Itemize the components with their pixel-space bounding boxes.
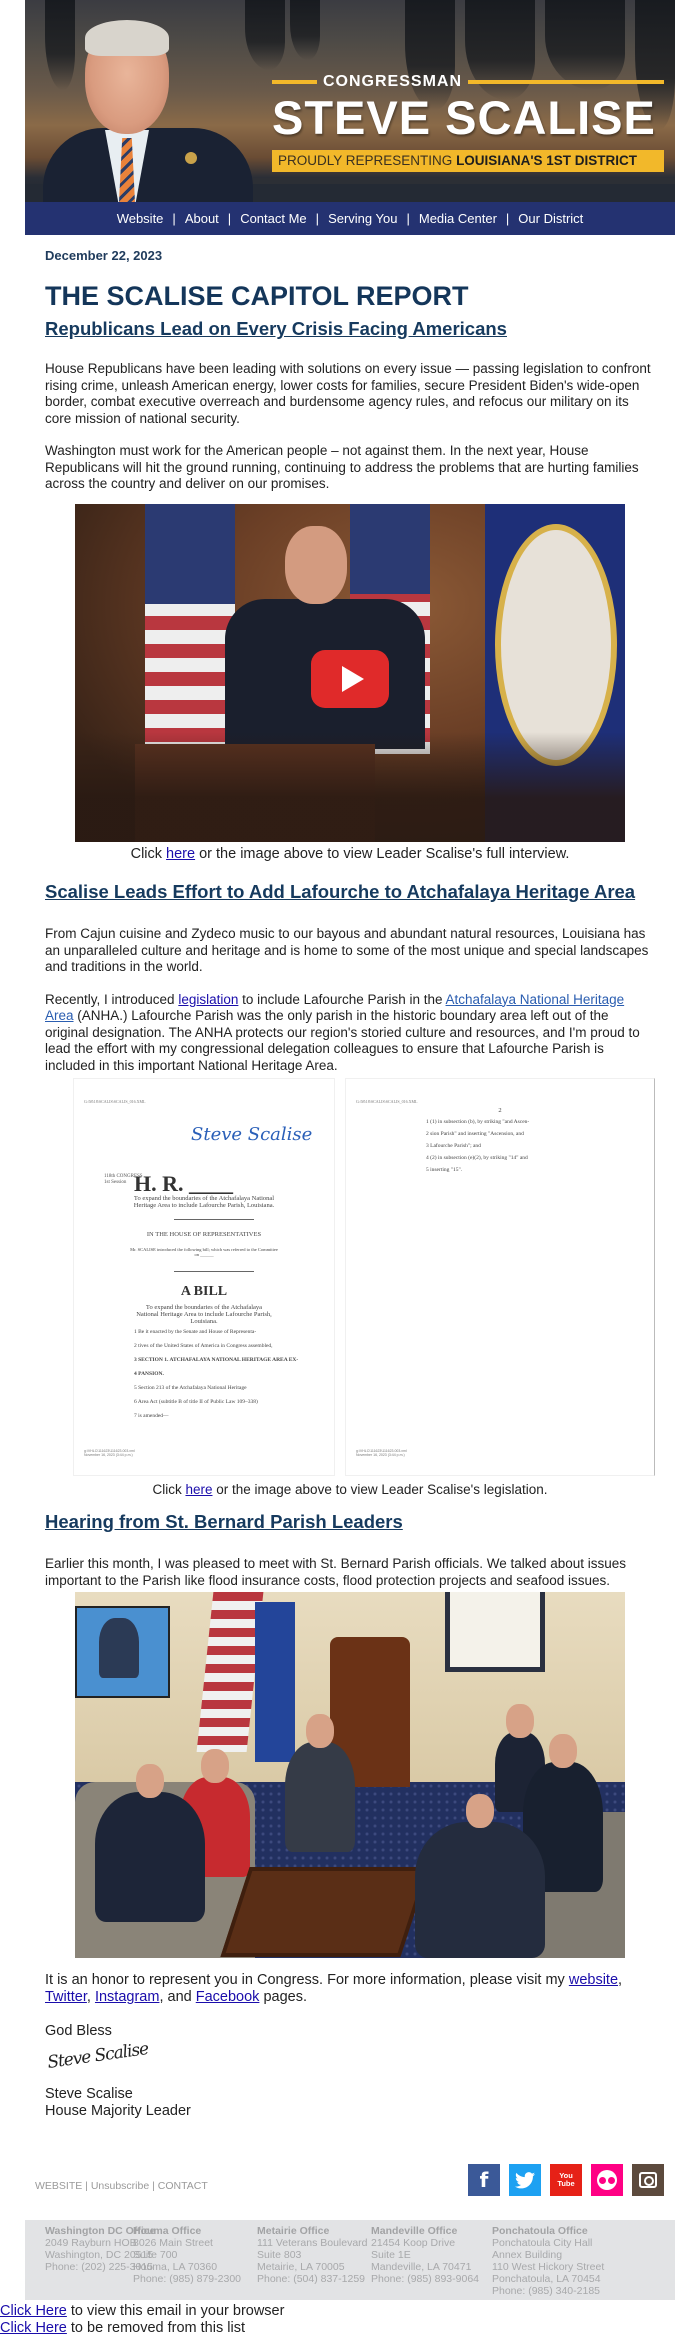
nav-about[interactable]: About	[179, 211, 225, 226]
nav-separator: |	[505, 211, 510, 226]
coffee-table	[220, 1867, 430, 1957]
bill-page-1: G:\M\18\SCALIS\SCALIS_016.XML Steve Scal…	[73, 1078, 335, 1476]
section-2-paragraph: From Cajun cuisine and Zydeco music to o…	[45, 926, 649, 974]
brand-logo: CONGRESSMAN STEVE SCALISE PROUDLY REPRES…	[272, 72, 664, 172]
nav-separator: |	[315, 211, 320, 226]
tagline-prefix: PROUDLY REPRESENTING	[278, 153, 453, 168]
nav-separator: |	[172, 211, 176, 226]
footer-contact-link[interactable]: CONTACT	[158, 2180, 208, 2192]
issue-date: December 22, 2023	[45, 248, 163, 263]
remove-from-list-line: Click Here to be removed from this list	[0, 2320, 245, 2336]
signer-role: House Majority Leader	[45, 2103, 191, 2119]
office-washington: Washington DC Office 2049 Rayburn HOB Wa…	[45, 2225, 156, 2273]
footer-unsubscribe-link[interactable]: Unsubscribe	[91, 2180, 149, 2192]
office-ponchatoula: Ponchatoula Office Ponchatoula City Hall…	[492, 2225, 605, 2297]
legislation-here-link[interactable]: here	[185, 1482, 212, 1497]
office-mandeville: Mandeville Office 21454 Koop Drive Suite…	[371, 2225, 479, 2285]
twitter-icon[interactable]	[509, 2164, 541, 2196]
legislation-image[interactable]: G:\M\18\SCALIS\SCALIS_016.XML Steve Scal…	[45, 1078, 655, 1478]
legislation-link[interactable]: legislation	[178, 992, 238, 1007]
moss-decoration	[290, 0, 320, 60]
office-houma: Houma Office 8026 Main Street Suite 700 …	[133, 2225, 241, 2285]
social-icons: f You Tube	[468, 2164, 664, 2196]
causeway-bridge	[235, 178, 675, 184]
video-caption: Click here or the image above to view Le…	[130, 846, 570, 862]
bill-signature: Steve Scalise	[191, 1124, 313, 1145]
congressman-portrait	[43, 18, 253, 202]
header-banner: CONGRESSMAN STEVE SCALISE PROUDLY REPRES…	[25, 0, 675, 202]
section-1-paragraph: House Republicans have been leading with…	[45, 361, 651, 426]
nav-media-center[interactable]: Media Center	[413, 211, 503, 226]
congressman-name: STEVE SCALISE	[272, 91, 656, 144]
bill-page-2: G:\M\18\SCALIS\SCALIS_016.XML 2 1 (1) in…	[345, 1078, 655, 1476]
closing: It is an honor to represent you in Congr…	[45, 1972, 655, 2120]
top-nav: Website | About | Contact Me | Serving You |…	[25, 202, 675, 235]
interview-video-thumbnail[interactable]	[75, 504, 625, 842]
legislation-caption: Click here or the image above to view Le…	[152, 1482, 548, 1497]
closing-paragraph: It is an honor to represent you in Congr…	[45, 1972, 623, 2005]
section-heading-republicans-lead[interactable]: Republicans Lead on Every Crisis Facing …	[45, 317, 655, 341]
view-in-browser-line: Click Here to view this email in your br…	[0, 2303, 285, 2319]
section-2: Scalise Leads Effort to Add Lafourche to…	[45, 880, 655, 1074]
louisiana-flag	[255, 1602, 295, 1762]
section-3: Hearing from St. Bernard Parish Leaders …	[45, 1510, 655, 1589]
website-link[interactable]: website	[569, 1972, 618, 1988]
nav-serving-you[interactable]: Serving You	[322, 211, 403, 226]
congressman-label: CONGRESSMAN	[323, 73, 463, 90]
handwritten-signature: Steve Scalise	[46, 2039, 150, 2073]
footer-links: WEBSITE | Unsubscribe | CONTACT	[35, 2180, 208, 2192]
section-3-paragraph: Earlier this month, I was pleased to mee…	[45, 1556, 627, 1588]
wall-tv	[75, 1606, 170, 1698]
flickr-icon[interactable]	[591, 2164, 623, 2196]
nav-our-district[interactable]: Our District	[512, 211, 589, 226]
nav-website[interactable]: Website	[111, 211, 170, 226]
report-title: THE SCALISE CAPITOL REPORT	[45, 281, 469, 311]
facebook-icon[interactable]: f	[468, 2164, 500, 2196]
section-heading-lafourche[interactable]: Scalise Leads Effort to Add Lafourche to…	[45, 880, 655, 904]
nav-separator: |	[406, 211, 410, 226]
email-utility-links: Click Here to view this email in your br…	[0, 2303, 284, 2337]
a-bill-heading: A BILL	[180, 1284, 228, 1299]
nav-contact-me[interactable]: Contact Me	[234, 211, 312, 226]
youtube-icon[interactable]: You Tube	[550, 2164, 582, 2196]
office-metairie: Metairie Office 111 Veterans Boulevard S…	[257, 2225, 368, 2285]
footer-website-link[interactable]: WEBSITE	[35, 2180, 82, 2192]
instagram-icon[interactable]	[632, 2164, 664, 2196]
window	[445, 1592, 545, 1672]
signer-name: Steve Scalise	[45, 2086, 133, 2102]
section-2-paragraph: Recently, I introduced legislation to in…	[45, 991, 640, 1073]
nav-separator: |	[227, 211, 232, 226]
newsletter-body: December 22, 2023 THE SCALISE CAPITOL RE…	[45, 248, 655, 493]
section-heading-st-bernard[interactable]: Hearing from St. Bernard Parish Leaders	[45, 1510, 655, 1534]
bill-hr-number: H. R. ____	[134, 1171, 233, 1196]
play-button-icon[interactable]	[311, 650, 389, 708]
remove-from-list-link[interactable]: Click Here	[0, 2320, 67, 2336]
facebook-link[interactable]: Facebook	[196, 1989, 260, 2005]
office-addresses: Washington DC Office 2049 Rayburn HOB Wa…	[25, 2220, 675, 2300]
video-here-link[interactable]: here	[166, 846, 195, 862]
twitter-link[interactable]: Twitter	[45, 1989, 87, 2005]
tagline-district: LOUISIANA'S 1ST DISTRICT	[456, 153, 638, 168]
instagram-link[interactable]: Instagram	[95, 1989, 159, 2005]
view-in-browser-link[interactable]: Click Here	[0, 2303, 67, 2319]
meeting-photo	[75, 1592, 625, 1958]
district-tagline: PROUDLY REPRESENTING LOUISIANA'S 1ST DIS…	[272, 150, 664, 172]
blessing: God Bless	[45, 2023, 112, 2039]
section-1-paragraph: Washington must work for the American pe…	[45, 443, 639, 491]
